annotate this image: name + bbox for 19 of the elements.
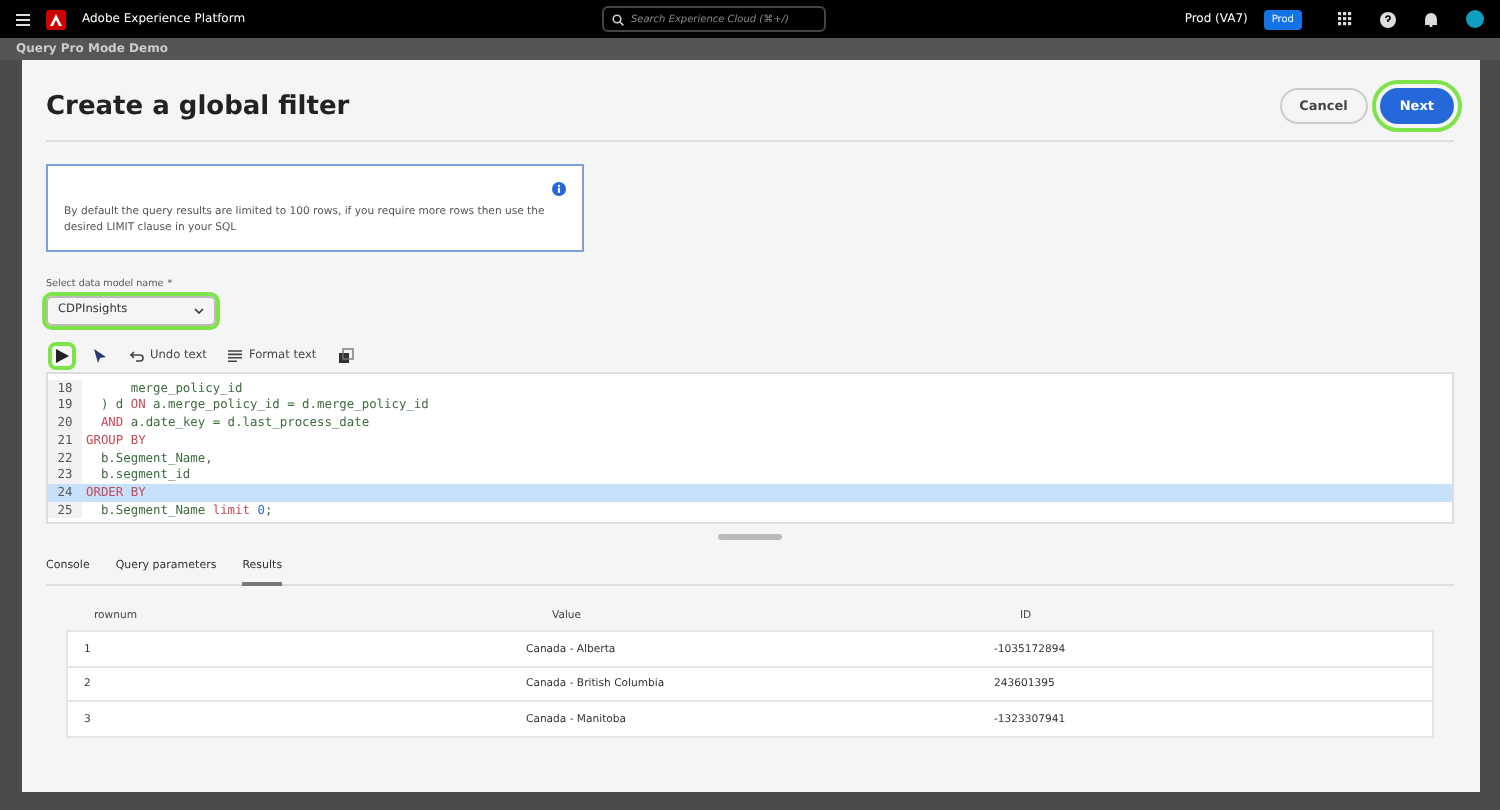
help-icon[interactable] — [1379, 11, 1396, 27]
bell-icon[interactable] — [1423, 11, 1438, 27]
logo-icon — [46, 9, 66, 29]
menu-icon[interactable] — [16, 13, 30, 25]
copy-icon — [338, 347, 355, 364]
run-button[interactable] — [52, 345, 72, 366]
chevron-down-icon — [194, 307, 204, 314]
user-avatar[interactable] — [1465, 10, 1484, 28]
search-icon — [612, 13, 625, 25]
undo-icon — [130, 349, 144, 362]
cursor-icon — [92, 347, 108, 364]
lines-icon — [228, 349, 243, 362]
resize-handle[interactable] — [718, 534, 782, 541]
apps-grid-icon[interactable] — [1337, 12, 1352, 26]
dialog-title: Create a global filter — [46, 91, 350, 121]
run-selection-button[interactable] — [90, 345, 110, 366]
copy-button[interactable] — [336, 345, 357, 366]
info-icon — [552, 182, 566, 196]
play-icon — [54, 347, 70, 364]
